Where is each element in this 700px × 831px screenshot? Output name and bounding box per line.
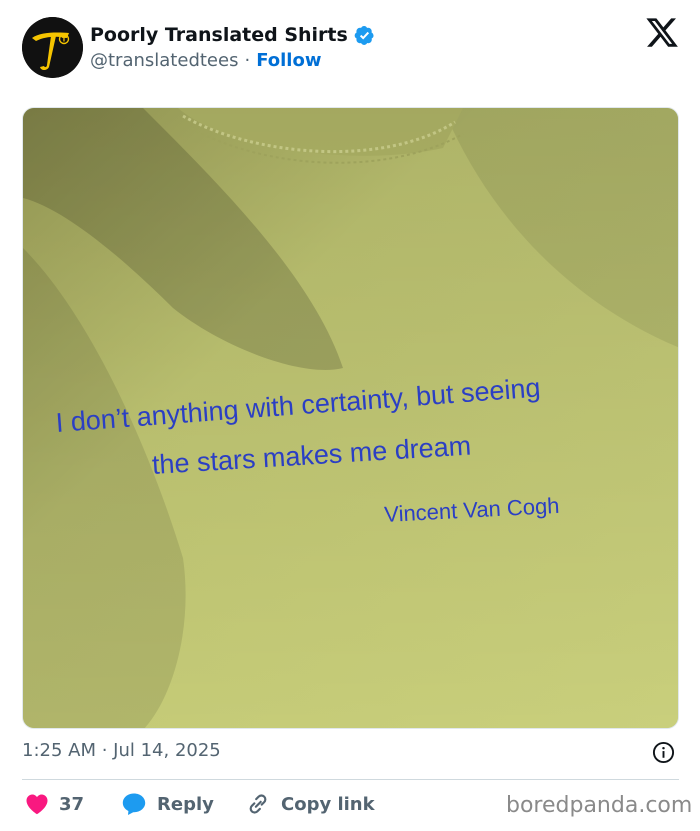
separator-dot: · bbox=[244, 49, 251, 71]
svg-text:T: T bbox=[62, 36, 67, 44]
divider bbox=[22, 779, 679, 780]
tweet-photo[interactable]: I don’t anything with certainty, but see… bbox=[22, 107, 679, 729]
x-logo-glyph bbox=[646, 18, 678, 47]
tweet-card: T Poorly Translated Shirts @translatedte… bbox=[0, 0, 700, 831]
account-handle[interactable]: @translatedtees bbox=[90, 50, 238, 71]
x-logo-icon[interactable] bbox=[646, 18, 678, 48]
yellow-t-logo-icon: T bbox=[22, 17, 83, 78]
copy-link-button[interactable]: Copy link bbox=[245, 790, 375, 818]
tweet-timestamp[interactable]: 1:25 AM · Jul 14, 2025 bbox=[22, 740, 221, 761]
info-icon[interactable] bbox=[652, 741, 675, 764]
watermark: boredpanda.com bbox=[506, 793, 693, 818]
handle-row: @translatedtees · Follow bbox=[90, 49, 321, 71]
like-count: 37 bbox=[59, 793, 85, 815]
follow-link[interactable]: Follow bbox=[256, 50, 321, 71]
link-icon bbox=[249, 794, 267, 814]
like-button[interactable]: 37 bbox=[25, 790, 84, 818]
avatar[interactable]: T bbox=[22, 17, 83, 78]
heart-icon bbox=[26, 794, 48, 815]
author-name-row: Poorly Translated Shirts bbox=[90, 22, 375, 48]
info-circle-glyph bbox=[652, 741, 675, 764]
display-name[interactable]: Poorly Translated Shirts bbox=[90, 24, 348, 46]
copy-link-label: Copy link bbox=[281, 793, 375, 815]
verified-badge-icon[interactable] bbox=[354, 25, 375, 46]
reply-bubble-icon bbox=[122, 793, 146, 815]
reply-button[interactable]: Reply bbox=[121, 790, 214, 818]
reply-label: Reply bbox=[157, 793, 214, 815]
